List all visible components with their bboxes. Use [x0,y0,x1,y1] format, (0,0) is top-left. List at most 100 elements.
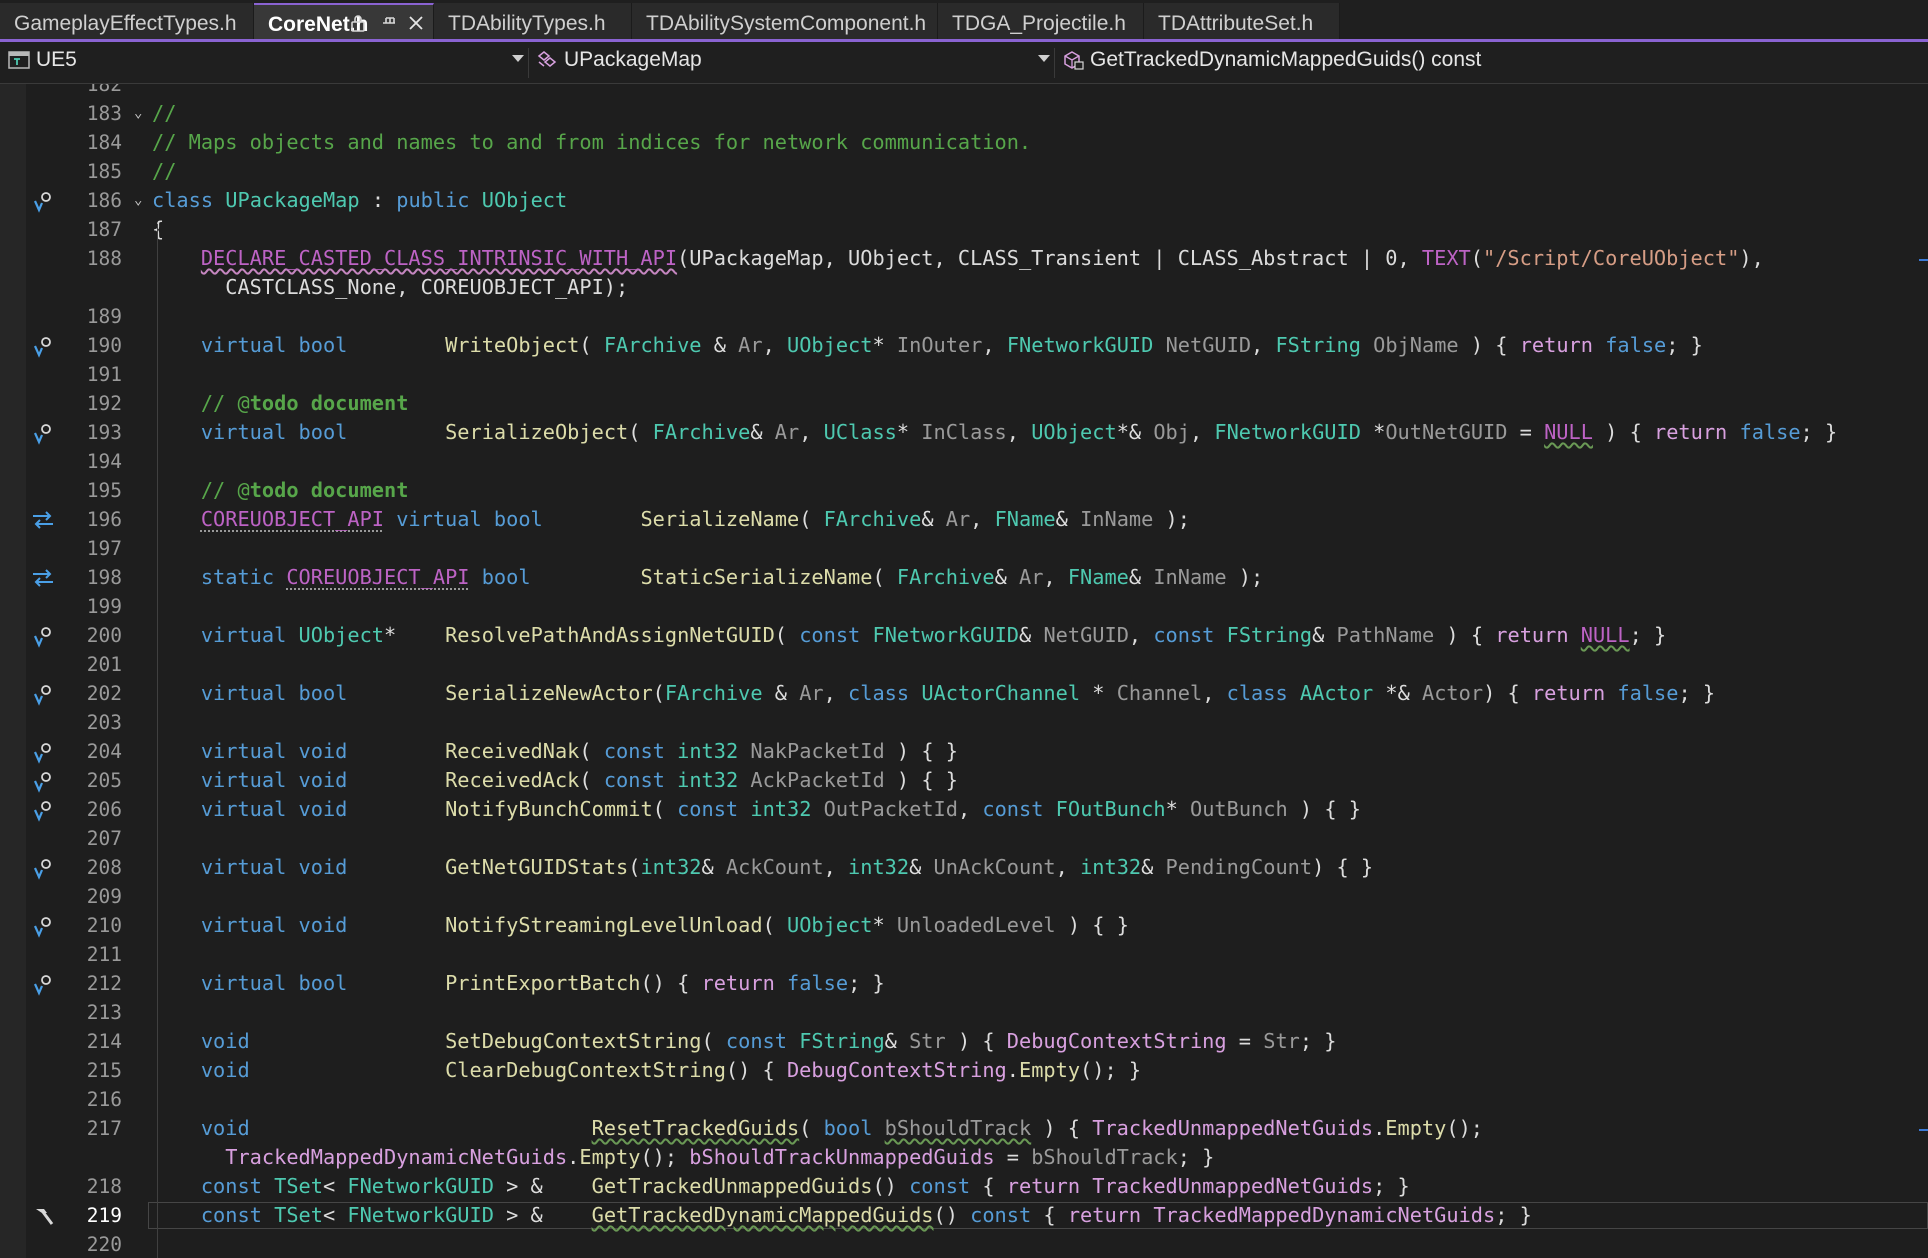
code-line[interactable]: 188 DECLARE_CASTED_CLASS_INTRINSIC_WITH_… [0,244,1928,273]
code-line-wrap[interactable]: TrackedMappedDynamicNetGuids.Empty(); bS… [0,1143,1928,1172]
override-icon[interactable] [30,334,56,358]
code-text: // @todo document [152,391,409,415]
references-icon[interactable] [30,566,56,590]
code-token: TEXT [1421,246,1471,270]
code-token: { [152,217,165,241]
code-line[interactable]: 212 virtual bool PrintExportBatch() { re… [0,969,1928,998]
code-token: > & [493,1203,592,1227]
code-line[interactable]: 193 virtual bool SerializeObject( FArchi… [0,418,1928,447]
hammer-icon[interactable] [30,1204,56,1228]
code-token: UnloadedLevel [896,913,1056,937]
fold-chevron-icon[interactable]: ⌄ [134,192,142,208]
tab-corenet[interactable]: CoreNet.h [254,3,434,39]
code-line[interactable]: 186 ⌄ class UPackageMap : public UObject [0,186,1928,215]
code-line[interactable]: 205 virtual void ReceivedAck( const int3… [0,766,1928,795]
override-icon[interactable] [30,769,56,793]
chevron-down-icon[interactable] [512,55,524,62]
code-line[interactable]: 220 [0,1230,1928,1258]
code-line[interactable]: 195 // @todo document [0,476,1928,505]
override-icon[interactable] [30,740,56,764]
code-line-wrap[interactable]: CASTCLASS_None, COREUOBJECT_API); [0,273,1928,302]
override-icon[interactable] [30,914,56,938]
code-line[interactable]: 197 [0,534,1928,563]
code-line[interactable]: 218 const TSet< FNetworkGUID > & GetTrac… [0,1172,1928,1201]
chevron-down-icon[interactable] [1038,55,1050,62]
code-token: = [1226,1029,1264,1053]
override-icon[interactable] [30,856,56,880]
code-line[interactable]: 213 [0,998,1928,1027]
code-line[interactable]: 196 COREUOBJECT_API virtual bool Seriali… [0,505,1928,534]
pin-icon[interactable] [382,14,398,38]
code-line[interactable]: 207 [0,824,1928,853]
code-token: FNetworkGUID [347,1203,494,1227]
code-token: ( [652,797,678,821]
scope-dropdown[interactable]: UPackageMap [536,48,1036,78]
code-line[interactable]: 216 [0,1085,1928,1114]
code-line[interactable]: 201 [0,650,1928,679]
code-editor[interactable]: 182 183 ⌄ // 184 // Maps objects and names to… [0,84,1928,1258]
code-line[interactable]: 187 { [0,215,1928,244]
code-line[interactable]: 184 // Maps objects and names to and from… [0,128,1928,157]
code-line[interactable]: 203 [0,708,1928,737]
code-line[interactable]: 215 void ClearDebugContextString() { Deb… [0,1056,1928,1085]
code-line[interactable]: 211 [0,940,1928,969]
override-icon[interactable] [30,189,56,213]
code-line[interactable]: 194 [0,447,1928,476]
code-line[interactable]: 210 virtual void NotifyStreamingLevelUnl… [0,911,1928,940]
code-line[interactable]: 185 // [0,157,1928,186]
tab-td-ability-system-component[interactable]: TDAbilitySystemComponent.h [632,3,938,39]
code-line[interactable]: 204 virtual void ReceivedNak( const int3… [0,737,1928,766]
override-icon[interactable] [30,972,56,996]
code-line[interactable]: 214 void SetDebugContextString( const FS… [0,1027,1928,1056]
close-icon[interactable] [408,14,424,38]
code-line[interactable]: 183 ⌄ // [0,99,1928,128]
code-token: AActor [1299,681,1374,705]
code-token: : [359,188,397,212]
fold-chevron-icon[interactable]: ⌄ [134,105,142,121]
divider [528,48,529,78]
code-line[interactable]: 191 [0,360,1928,389]
override-icon[interactable] [30,624,56,648]
code-line[interactable]: 202 virtual bool SerializeNewActor(FArch… [0,679,1928,708]
code-token: FName [994,507,1056,531]
tab-tdga-projectile[interactable]: TDGA_Projectile.h [938,3,1144,39]
code-token: FArchive [664,681,763,705]
code-line[interactable]: 219 const TSet< FNetworkGUID > & GetTrac… [0,1201,1928,1230]
tab-td-ability-types[interactable]: TDAbilityTypes.h [434,3,632,39]
code-token: ( [872,565,897,589]
code-token: & [1128,565,1154,589]
code-token: = [994,1145,1032,1169]
code-token: int32 [677,739,739,763]
code-line[interactable]: 182 [0,84,1928,99]
code-line[interactable]: 217 void ResetTrackedGuids( bool bShould… [0,1114,1928,1143]
code-line[interactable]: 198 static COREUOBJECT_API bool StaticSe… [0,563,1928,592]
override-icon[interactable] [30,798,56,822]
code-line[interactable]: 199 [0,592,1928,621]
code-line[interactable]: 192 // @todo document [0,389,1928,418]
code-token: ) { [1592,420,1654,444]
override-icon[interactable] [30,682,56,706]
code-line[interactable]: 206 virtual void NotifyBunchCommit( cons… [0,795,1928,824]
code-line[interactable]: 200 virtual UObject* ResolvePathAndAssig… [0,621,1928,650]
code-line[interactable]: 189 [0,302,1928,331]
code-text: DECLARE_CASTED_CLASS_INTRINSIC_WITH_API(… [152,246,1764,270]
code-text: virtual void ReceivedAck( const int32 Ac… [152,768,958,792]
override-icon[interactable] [30,421,56,445]
project-dropdown[interactable]: UE5 [8,48,516,78]
code-line[interactable]: 208 virtual void GetNetGUIDStats(int32& … [0,853,1928,882]
code-token: UClass [823,420,897,444]
code-line[interactable]: 209 [0,882,1928,911]
code-token: bool [298,420,348,444]
tab-td-attribute-set[interactable]: TDAttributeSet.h [1144,3,1340,39]
code-token: ) { [1483,681,1532,705]
code-token: ; } [848,971,885,995]
tab-gameplay-effect-types[interactable]: GameplayEffectTypes.h [0,3,254,39]
code-line[interactable]: 190 virtual bool WriteObject( FArchive &… [0,331,1928,360]
references-icon[interactable] [30,508,56,532]
member-dropdown[interactable]: GetTrackedDynamicMappedGuids() const [1062,48,1922,78]
code-text: virtual bool SerializeObject( FArchive& … [152,420,1837,444]
